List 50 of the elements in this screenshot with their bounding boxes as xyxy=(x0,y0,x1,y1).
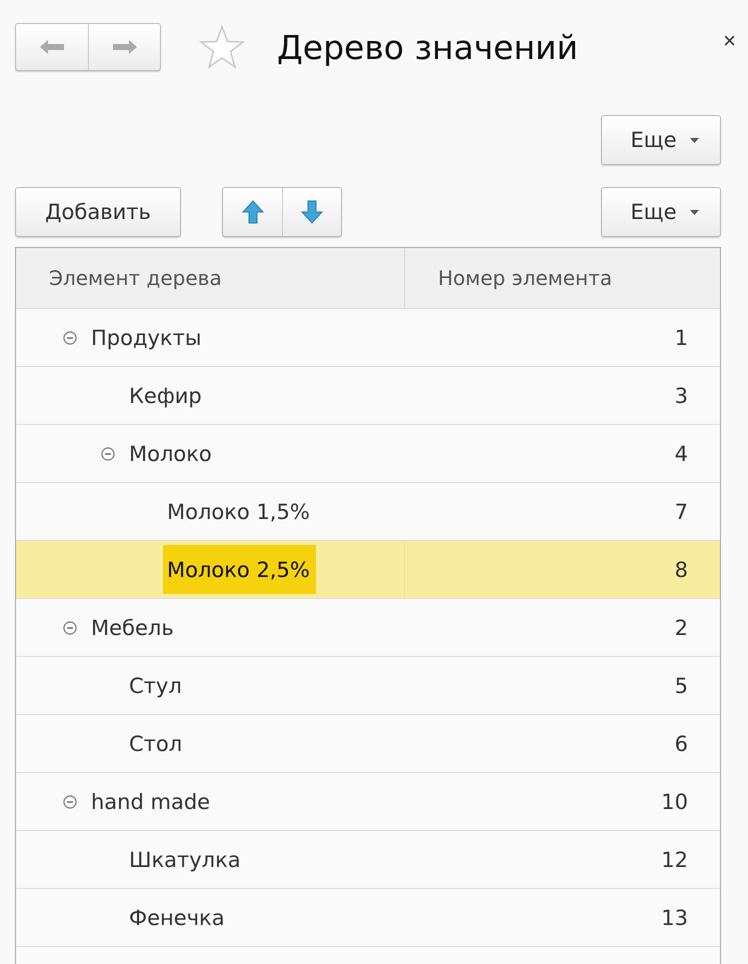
tree-row[interactable]: Фенечка 13 xyxy=(16,889,720,947)
collapse-icon[interactable] xyxy=(63,794,77,808)
tree-item-label: hand made xyxy=(91,790,210,814)
element-number: 2 xyxy=(674,616,688,640)
element-number: 10 xyxy=(661,790,688,814)
element-number: 8 xyxy=(674,558,688,582)
more-button[interactable]: Еще xyxy=(601,115,721,165)
down-arrow-icon xyxy=(301,200,323,224)
tree-row[interactable]: Молоко 4 xyxy=(16,425,720,483)
element-number: 13 xyxy=(661,906,688,930)
tree-row[interactable]: Стол 6 xyxy=(16,715,720,773)
collapse-icon[interactable] xyxy=(63,620,77,634)
element-number: 12 xyxy=(661,848,688,872)
tree-item-label: Молоко 1,5% xyxy=(167,500,310,524)
add-button[interactable]: Добавить xyxy=(15,187,181,237)
tree-row[interactable]: Шкатулка 12 xyxy=(16,831,720,889)
tree-row[interactable]: Мебель 2 xyxy=(16,599,720,657)
tree-row[interactable]: Кефир 3 xyxy=(16,367,720,425)
tree-item-label: Шкатулка xyxy=(129,848,241,872)
column-header[interactable]: Номер элемента xyxy=(405,248,720,308)
element-number: 6 xyxy=(674,732,688,756)
collapse-icon[interactable] xyxy=(63,330,77,344)
tree-item-label: Продукты xyxy=(91,326,202,350)
caret-icon xyxy=(690,138,700,142)
tree-item-label: Фенечка xyxy=(129,906,225,930)
tree-row[interactable]: Продукты 1 xyxy=(16,309,720,367)
up-arrow-icon xyxy=(242,200,264,224)
tree-row[interactable]: Стул 5 xyxy=(16,657,720,715)
element-number: 4 xyxy=(674,442,688,466)
tree-item-label: Молоко xyxy=(129,442,212,466)
more-button[interactable]: Еще xyxy=(601,187,721,237)
forward-arrow-icon xyxy=(110,38,138,56)
column-header[interactable]: Элемент дерева xyxy=(16,248,405,308)
tree-item-label: Мебель xyxy=(91,616,174,640)
element-number: 7 xyxy=(674,500,688,524)
tree-row[interactable]: hand made 10 xyxy=(16,773,720,831)
close-icon[interactable]: × xyxy=(723,28,736,54)
tree-item-label: Стул xyxy=(129,674,182,698)
tree-item-label: Кефир xyxy=(129,384,202,408)
tree-item-label: Молоко 2,5% xyxy=(163,545,316,594)
caret-icon xyxy=(690,210,700,214)
star-icon[interactable] xyxy=(199,25,245,69)
element-number: 3 xyxy=(674,384,688,408)
window-title: Дерево значений xyxy=(277,28,578,66)
collapse-icon[interactable] xyxy=(101,446,115,460)
back-arrow-icon xyxy=(38,38,66,56)
tree-item-label: Стол xyxy=(129,732,182,756)
tree-row[interactable]: Молоко 2,5% 8 xyxy=(16,541,720,599)
element-number: 5 xyxy=(674,674,688,698)
element-number: 1 xyxy=(674,326,688,350)
